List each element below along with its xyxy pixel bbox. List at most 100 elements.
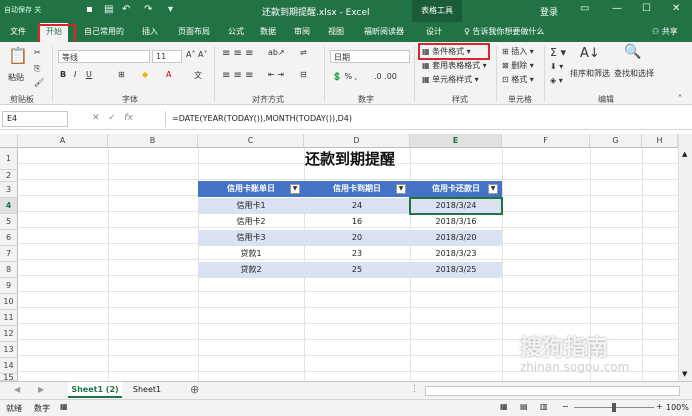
font-color-icon[interactable]: A <box>166 70 171 79</box>
delete-cells-button[interactable]: ⊠ 删除 ▾ <box>502 60 534 71</box>
column-header[interactable]: D <box>304 134 410 148</box>
autosum-icon[interactable]: Σ ▾ <box>550 46 566 59</box>
sort-filter-button[interactable]: 排序和筛选 <box>570 68 610 79</box>
row-header[interactable]: 1 <box>0 148 18 170</box>
page-icon[interactable]: ▤ <box>104 4 113 15</box>
row-header[interactable]: 10 <box>0 294 18 310</box>
insert-cells-button[interactable]: ⊞ 插入 ▾ <box>502 46 534 57</box>
add-sheet-icon[interactable]: ⊕ <box>190 383 199 396</box>
tab-custom[interactable]: 自己常用的 <box>84 26 124 37</box>
sheet-title[interactable]: 还款到期提醒 <box>200 148 500 170</box>
fill-color-icon[interactable]: ◆ <box>142 70 148 79</box>
tab-view[interactable]: 视图 <box>328 26 344 37</box>
row-header[interactable]: 3 <box>0 182 18 198</box>
row-header[interactable]: 6 <box>0 230 18 246</box>
table-cell[interactable]: 信用卡2 <box>198 214 304 230</box>
paste-icon[interactable]: 📋 <box>8 46 28 65</box>
border-icon[interactable]: ⊞ <box>118 70 125 79</box>
indent-icon[interactable]: ⇤ ⇥ <box>268 70 284 79</box>
column-header[interactable]: H <box>642 134 678 148</box>
merge-icon[interactable]: ⊟ <box>300 70 307 79</box>
ribbon-options-icon[interactable]: ▭ <box>580 3 589 14</box>
login-button[interactable]: 登录 <box>540 5 558 18</box>
table-cell[interactable]: 贷款2 <box>198 262 304 278</box>
tell-me-box[interactable]: ♀ 告诉我你想要做什么 <box>464 26 544 37</box>
enter-icon[interactable]: ✓ <box>108 113 116 123</box>
table-header-cell[interactable]: 信用卡到期日 ▼ <box>304 181 410 197</box>
horizontal-scrollbar[interactable] <box>425 386 680 396</box>
column-header[interactable]: G <box>590 134 642 148</box>
decimal-icon[interactable]: .0 .00 <box>374 72 397 81</box>
formula-input[interactable]: =DATE(YEAR(TODAY()),MONTH(TODAY()),D4) <box>165 111 689 127</box>
row-header[interactable]: 5 <box>0 214 18 230</box>
table-cell[interactable]: 信用卡1 <box>198 198 304 214</box>
column-header[interactable]: E <box>410 134 502 148</box>
number-format-combo[interactable]: 日期 <box>330 50 410 63</box>
row-header[interactable]: 12 <box>0 326 18 342</box>
tab-foxit[interactable]: 福昕阅读器 <box>364 26 404 37</box>
close-icon[interactable]: ✕ <box>672 3 680 14</box>
filter-dropdown-icon[interactable]: ▼ <box>396 184 406 194</box>
wrap-text-icon[interactable]: ⇌ <box>300 48 307 57</box>
cut-icon[interactable]: ✂ <box>34 48 41 57</box>
tab-formulas[interactable]: 公式 <box>228 26 244 37</box>
cell-style-button[interactable]: ▦ 单元格样式 ▾ <box>422 74 479 85</box>
column-header[interactable]: C <box>198 134 304 148</box>
select-all-corner[interactable] <box>0 134 18 148</box>
scroll-up-icon[interactable]: ▲ <box>682 150 687 158</box>
next-sheet-icon[interactable]: ▶ <box>38 385 44 394</box>
sheet-tab[interactable]: Sheet1 <box>126 382 168 398</box>
bold-icon[interactable]: B <box>60 70 66 79</box>
redo-icon[interactable]: ↷ <box>144 4 152 15</box>
table-cell[interactable]: 贷款1 <box>198 246 304 262</box>
underline-icon[interactable]: U <box>86 70 92 79</box>
table-cell[interactable]: 20 <box>304 230 410 246</box>
tab-data[interactable]: 数据 <box>260 26 276 37</box>
table-cell[interactable]: 25 <box>304 262 410 278</box>
italic-icon[interactable]: I <box>74 70 76 79</box>
macro-record-icon[interactable]: ▦ <box>60 402 68 411</box>
row-header[interactable]: 7 <box>0 246 18 262</box>
table-cell[interactable]: 2018/3/23 <box>410 246 502 262</box>
minimize-icon[interactable]: — <box>612 3 622 14</box>
table-format-button[interactable]: ▦ 套用表格格式 ▾ <box>422 60 487 71</box>
format-painter-icon[interactable]: 🖌 <box>34 78 44 87</box>
name-box[interactable]: E4 <box>2 111 68 127</box>
collapse-ribbon-icon[interactable]: ˄ <box>678 94 682 103</box>
insert-function-icon[interactable]: fx <box>124 113 133 123</box>
row-header[interactable]: 2 <box>0 170 18 182</box>
row-header[interactable]: 14 <box>0 358 18 374</box>
table-cell[interactable]: 2018/3/25 <box>410 262 502 278</box>
align-left-icon[interactable]: ≡ ≡ ≡ <box>222 70 254 81</box>
format-cells-button[interactable]: ⊡ 格式 ▾ <box>502 74 534 85</box>
zoom-thumb[interactable] <box>612 403 616 412</box>
orientation-icon[interactable]: ab↗ <box>268 48 285 57</box>
zoom-in-icon[interactable]: + <box>656 402 663 411</box>
column-header[interactable]: A <box>18 134 108 148</box>
maximize-icon[interactable]: ☐ <box>642 3 651 14</box>
scroll-down-icon[interactable]: ▼ <box>682 370 687 378</box>
row-header[interactable]: 9 <box>0 278 18 294</box>
find-icon[interactable]: 🔍 <box>624 44 641 60</box>
normal-view-icon[interactable]: ▦ <box>500 402 508 411</box>
row-header[interactable]: 4 <box>0 198 18 214</box>
cancel-icon[interactable]: ✕ <box>92 113 100 123</box>
font-name-combo[interactable]: 等线 <box>58 50 150 63</box>
share-button[interactable]: ⚇ 共享 <box>652 26 678 37</box>
sort-filter-icon[interactable]: A↓ <box>580 46 600 61</box>
phonetic-icon[interactable]: 文 <box>194 70 202 81</box>
row-header[interactable]: 15 <box>0 374 18 381</box>
sheet-tab-active[interactable]: Sheet1 (2) <box>68 382 122 398</box>
table-cell[interactable]: 2018/3/16 <box>410 214 502 230</box>
zoom-out-icon[interactable]: − <box>562 402 569 411</box>
find-select-button[interactable]: 查找和选择 <box>614 68 654 79</box>
tab-design[interactable]: 设计 <box>426 26 442 37</box>
row-header[interactable]: 8 <box>0 262 18 278</box>
table-cell[interactable]: 2018/3/20 <box>410 230 502 246</box>
copy-icon[interactable]: ⎘ <box>34 64 40 74</box>
vertical-scrollbar[interactable]: ▲ ▼ <box>678 134 692 382</box>
grow-font-icon[interactable]: A˄ A˅ <box>186 50 208 59</box>
table-cell[interactable]: 16 <box>304 214 410 230</box>
undo-icon[interactable]: ↶ <box>122 4 130 15</box>
clear-icon[interactable]: ◈ ▾ <box>550 76 563 85</box>
